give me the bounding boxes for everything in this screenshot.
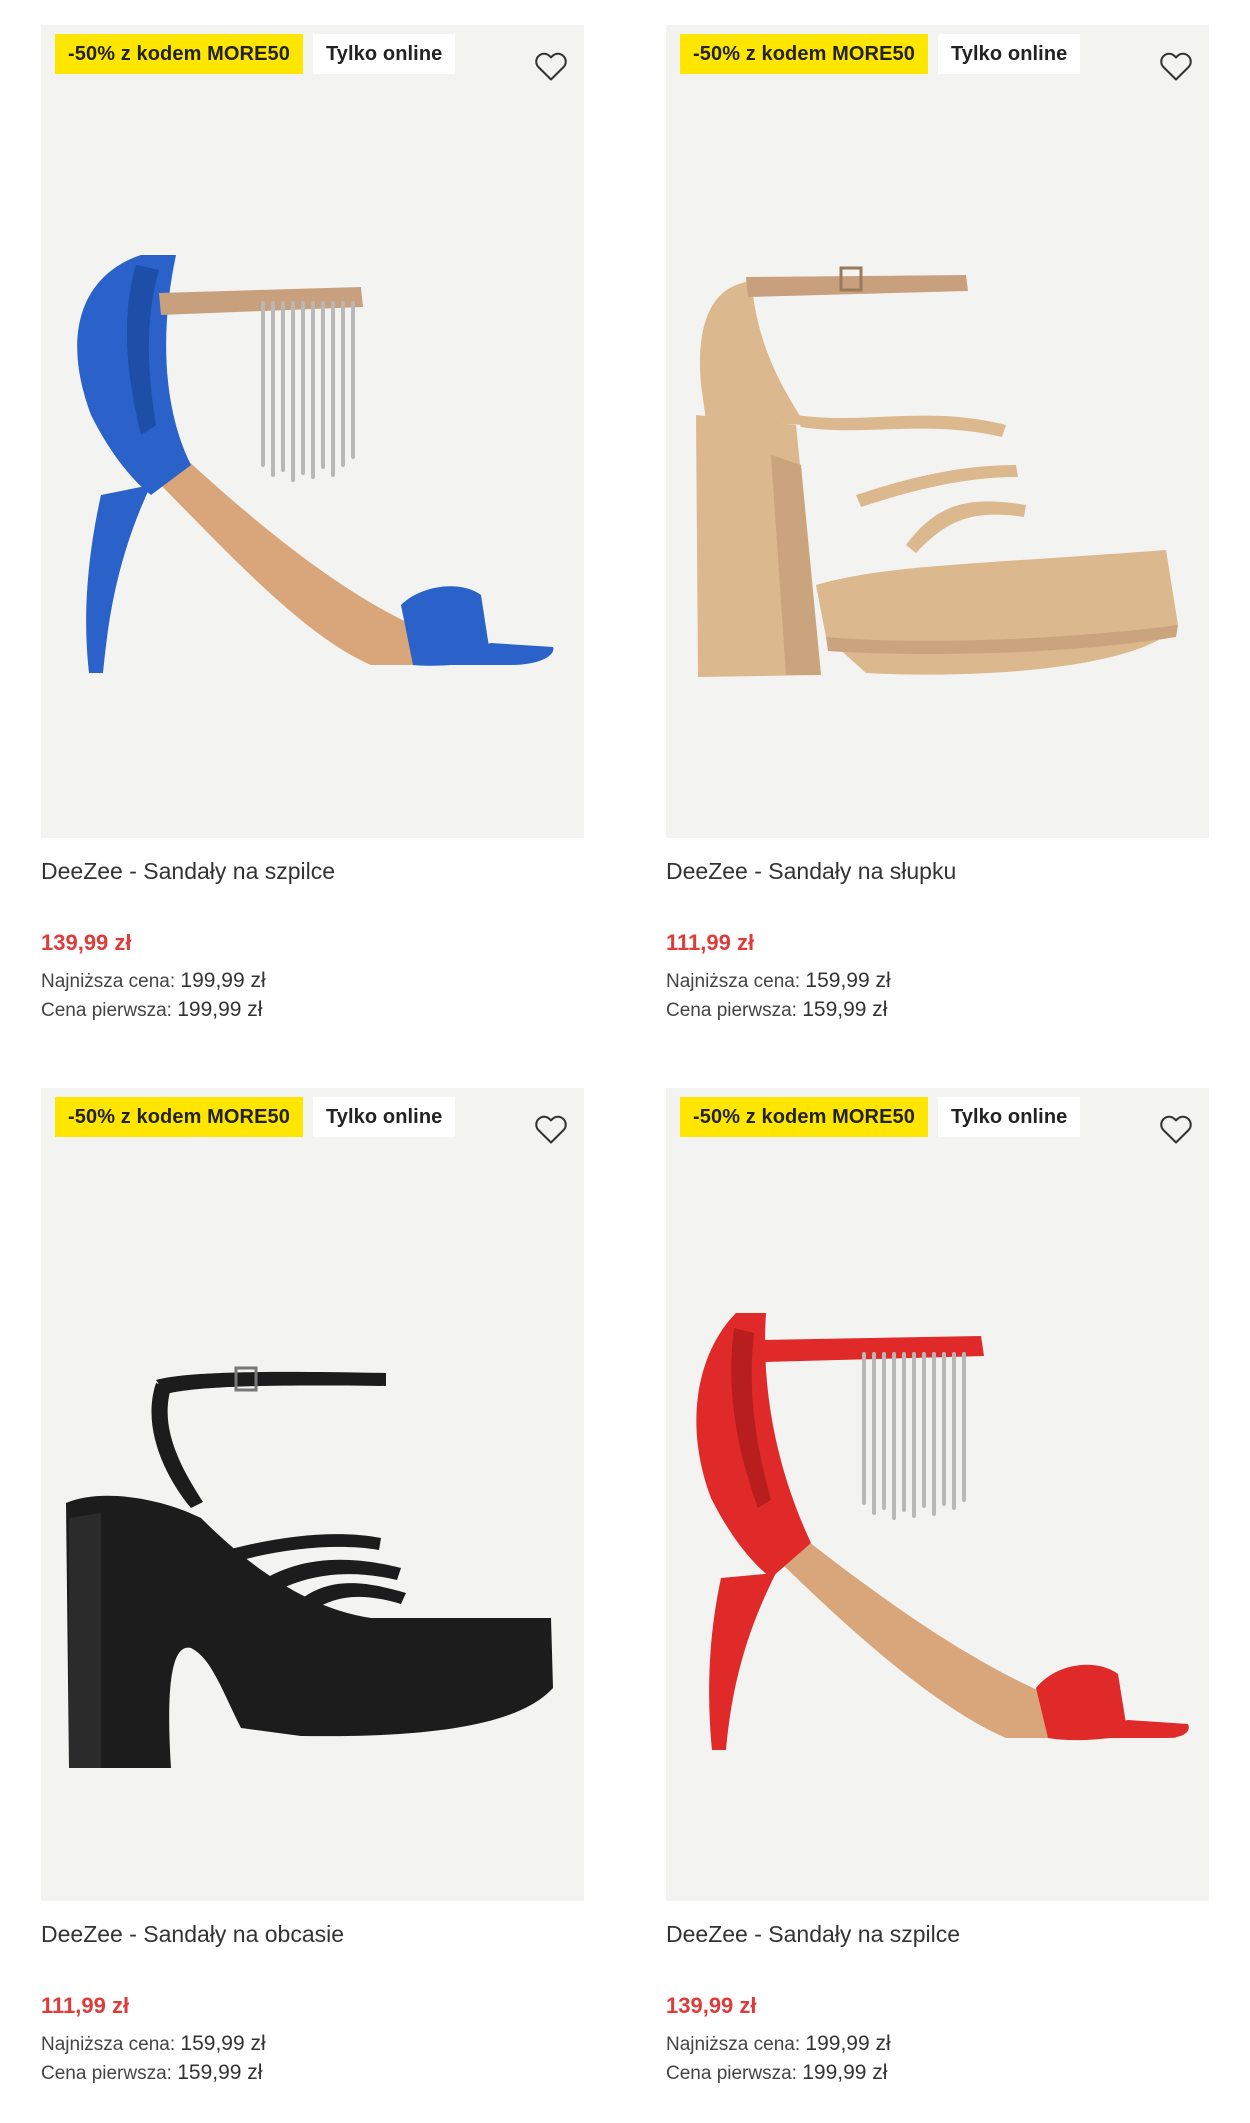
online-only-badge: Tylko online: [312, 34, 456, 74]
promo-badge: -50% z kodem MORE50: [55, 34, 303, 74]
lowest-price-label: Najniższa cena:: [41, 2034, 176, 2055]
blue-stiletto-sandal-image: [77, 255, 554, 673]
first-price-row: Cena pierwsza: 159,99 zł: [666, 998, 887, 1022]
wishlist-heart-icon[interactable]: [1157, 1110, 1195, 1148]
product-card[interactable]: -50% z kodem MORE50 Tylko online DeeZee …: [41, 25, 584, 1045]
red-stiletto-sandal-image: [696, 1313, 1189, 1750]
lowest-price-label: Najniższa cena:: [666, 971, 801, 992]
badges: -50% z kodem MORE50 Tylko online: [680, 1097, 1081, 1137]
promo-badge: -50% z kodem MORE50: [55, 1097, 303, 1137]
wishlist-heart-icon[interactable]: [532, 1110, 570, 1148]
product-image[interactable]: -50% z kodem MORE50 Tylko online: [666, 1088, 1209, 1901]
product-title[interactable]: DeeZee - Sandały na obcasie: [41, 1921, 344, 1948]
product-title[interactable]: DeeZee - Sandały na szpilce: [41, 858, 335, 885]
first-price-row: Cena pierwsza: 199,99 zł: [41, 998, 262, 1022]
lowest-price-value: 159,99 zł: [180, 2032, 266, 2055]
product-image[interactable]: -50% z kodem MORE50 Tylko online: [666, 25, 1209, 838]
wishlist-heart-icon[interactable]: [1157, 47, 1195, 85]
badges: -50% z kodem MORE50 Tylko online: [55, 1097, 456, 1137]
product-card[interactable]: -50% z kodem MORE50 Tylko online DeeZee …: [666, 1088, 1209, 2108]
product-title[interactable]: DeeZee - Sandały na szpilce: [666, 1921, 960, 1948]
product-price: 111,99 zł: [666, 930, 755, 955]
online-only-badge: Tylko online: [937, 34, 1081, 74]
product-price: 139,99 zł: [41, 930, 132, 955]
first-price-row: Cena pierwsza: 159,99 zł: [41, 2061, 262, 2085]
product-price: 111,99 zł: [41, 1993, 130, 2018]
first-price-value: 159,99 zł: [177, 2061, 263, 2084]
first-price-value: 159,99 zł: [802, 998, 888, 1021]
product-card[interactable]: -50% z kodem MORE50 Tylko online DeeZee …: [41, 1088, 584, 2108]
first-price-value: 199,99 zł: [802, 2061, 888, 2084]
first-price-label: Cena pierwsza:: [666, 1000, 797, 1021]
product-image[interactable]: -50% z kodem MORE50 Tylko online: [41, 1088, 584, 1901]
nude-block-heel-sandal-image: [696, 266, 1178, 677]
lowest-price-row: Najniższa cena: 199,99 zł: [666, 2032, 891, 2056]
first-price-label: Cena pierwsza:: [41, 1000, 172, 1021]
product-price: 139,99 zł: [666, 1993, 757, 2018]
first-price-value: 199,99 zł: [177, 998, 263, 1021]
lowest-price-row: Najniższa cena: 159,99 zł: [666, 969, 891, 993]
promo-badge: -50% z kodem MORE50: [680, 1097, 928, 1137]
first-price-label: Cena pierwsza:: [41, 2063, 172, 2084]
online-only-badge: Tylko online: [937, 1097, 1081, 1137]
lowest-price-row: Najniższa cena: 159,99 zł: [41, 2032, 266, 2056]
product-card[interactable]: -50% z kodem MORE50 Tylko online DeeZee …: [666, 25, 1209, 1045]
lowest-price-value: 159,99 zł: [805, 969, 891, 992]
lowest-price-label: Najniższa cena:: [41, 971, 176, 992]
lowest-price-row: Najniższa cena: 199,99 zł: [41, 969, 266, 993]
first-price-label: Cena pierwsza:: [666, 2063, 797, 2084]
first-price-row: Cena pierwsza: 199,99 zł: [666, 2061, 887, 2085]
product-image[interactable]: -50% z kodem MORE50 Tylko online: [41, 25, 584, 838]
promo-badge: -50% z kodem MORE50: [680, 34, 928, 74]
badges: -50% z kodem MORE50 Tylko online: [55, 34, 456, 74]
online-only-badge: Tylko online: [312, 1097, 456, 1137]
lowest-price-value: 199,99 zł: [805, 2032, 891, 2055]
wishlist-heart-icon[interactable]: [532, 47, 570, 85]
lowest-price-label: Najniższa cena:: [666, 2034, 801, 2055]
product-grid: -50% z kodem MORE50 Tylko online DeeZee …: [0, 0, 1250, 2123]
lowest-price-value: 199,99 zł: [180, 969, 266, 992]
black-platform-sandal-image: [66, 1366, 553, 1768]
product-title[interactable]: DeeZee - Sandały na słupku: [666, 858, 956, 885]
badges: -50% z kodem MORE50 Tylko online: [680, 34, 1081, 74]
